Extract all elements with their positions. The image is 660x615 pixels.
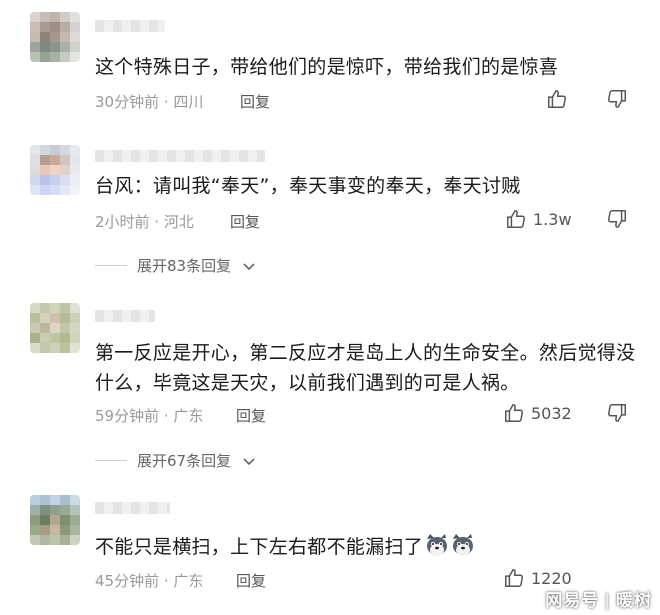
thumbs-down-icon — [608, 210, 626, 228]
expand-replies-label: 展开83条回复 — [137, 257, 232, 275]
watermark-author: 暖树 — [616, 591, 652, 611]
thumbs-up-icon — [507, 210, 525, 228]
comment-text: 台风：请叫我“奉天”，奉天事变的奉天，奉天讨贼 — [95, 175, 521, 197]
expand-replies-button[interactable]: 展开83条回复 — [95, 255, 257, 276]
like-count: 5032 — [531, 403, 572, 423]
expand-replies-label: 展开67条回复 — [137, 452, 232, 470]
comment-meta: 30分钟前 · 四川 — [95, 93, 204, 111]
chevron-down-icon — [243, 457, 255, 465]
comment-text: 第一反应是开心，第二反应才是岛上人的生命安全。然后觉得没什么，毕竟这是天灾，以前… — [95, 342, 636, 394]
dislike-button[interactable] — [606, 402, 628, 428]
thumbs-up-icon — [548, 90, 566, 108]
comment-meta: 45分钟前 · 广东 — [95, 572, 204, 590]
reply-button[interactable]: 回复 — [236, 405, 266, 426]
divider-line — [95, 460, 127, 461]
thumbs-up-icon — [505, 404, 523, 422]
dog-face-emoji-icon — [425, 533, 475, 566]
dislike-button[interactable] — [606, 208, 628, 234]
like-button[interactable] — [546, 88, 574, 110]
comment-text: 不能只是横扫，上下左右都不能漏扫了 — [95, 532, 638, 566]
reply-button[interactable]: 回复 — [240, 91, 270, 112]
avatar[interactable] — [30, 145, 80, 195]
comment-meta: 2小时前 · 河北 — [95, 213, 194, 231]
avatar[interactable] — [30, 12, 80, 62]
like-count: 1220 — [531, 568, 572, 588]
watermark: 网易号 | 暖树 — [545, 586, 652, 611]
like-count: 1.3w — [533, 209, 572, 229]
username-blurred[interactable] — [95, 502, 170, 514]
comment-text: 这个特殊日子，带给他们的是惊吓，带给我们的是惊喜 — [95, 56, 559, 78]
comment-meta: 59分钟前 · 广东 — [95, 407, 204, 425]
reply-button[interactable]: 回复 — [236, 570, 266, 591]
dislike-button[interactable] — [606, 88, 628, 114]
avatar[interactable] — [30, 495, 80, 545]
watermark-source: 网易号 — [545, 591, 600, 611]
username-blurred[interactable] — [95, 20, 165, 32]
divider-line — [95, 265, 127, 266]
thumbs-up-icon — [505, 569, 523, 587]
reply-button[interactable]: 回复 — [230, 211, 260, 232]
comment-text-content: 不能只是横扫，上下左右都不能漏扫了 — [95, 536, 424, 558]
like-button[interactable]: 1.3w — [505, 208, 572, 230]
chevron-down-icon — [243, 262, 255, 270]
watermark-separator: | — [604, 591, 611, 611]
username-blurred[interactable] — [95, 150, 265, 162]
avatar[interactable] — [30, 303, 80, 353]
expand-replies-button[interactable]: 展开67条回复 — [95, 450, 257, 471]
thumbs-down-icon — [608, 90, 626, 108]
like-button[interactable]: 5032 — [503, 402, 572, 424]
thumbs-down-icon — [608, 404, 626, 422]
username-blurred[interactable] — [95, 310, 155, 322]
